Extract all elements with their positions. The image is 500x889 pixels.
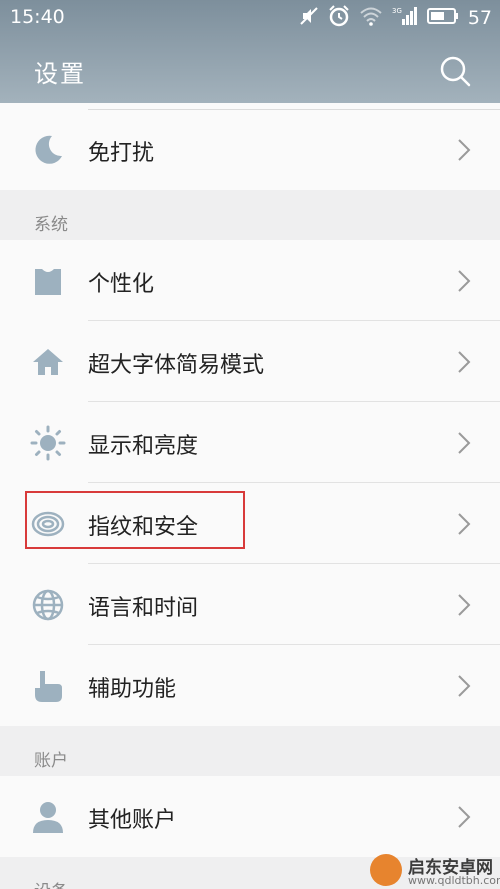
chevron-right-icon — [452, 430, 474, 456]
status-time: 15:40 — [10, 6, 65, 28]
hand-pointer-icon — [30, 668, 66, 704]
section-title: 设备 — [34, 877, 68, 889]
settings-item-large-font-mode[interactable]: 超大字体简易模式 — [0, 321, 500, 402]
top-group: 免打扰 — [0, 103, 500, 190]
chevron-right-icon — [452, 592, 474, 618]
section-title: 系统 — [34, 215, 68, 235]
shirt-icon — [30, 263, 66, 299]
settings-item-label: 指纹和安全 — [88, 515, 199, 540]
chevron-right-icon — [452, 511, 474, 537]
watermark: 启东安卓网 www.qdldtbh.com — [360, 852, 500, 889]
search-icon[interactable] — [438, 54, 472, 88]
battery-icon — [426, 7, 459, 29]
battery-percent: 57 — [467, 7, 492, 29]
chevron-right-icon — [452, 137, 474, 163]
settings-item-label: 个性化 — [88, 272, 155, 297]
top-bar: 15:40 3G 57 设置 — [0, 0, 500, 103]
page-title: 设置 — [34, 60, 86, 88]
settings-item-fingerprint-security[interactable]: 指纹和安全 — [0, 483, 500, 564]
status-bar: 15:40 3G 57 — [0, 0, 500, 38]
settings-item-language-time[interactable]: 语言和时间 — [0, 564, 500, 645]
status-icons: 3G 57 — [299, 5, 492, 31]
settings-item-label: 语言和时间 — [88, 596, 199, 621]
section-title: 账户 — [34, 751, 68, 771]
sun-icon — [30, 425, 66, 461]
network-type: 3G — [392, 7, 402, 15]
watermark-url: www.qdldtbh.com — [408, 874, 500, 887]
wifi-icon — [359, 6, 383, 30]
settings-item-label: 超大字体简易模式 — [88, 353, 265, 378]
settings-item-do-not-disturb[interactable]: 免打扰 — [0, 109, 500, 190]
signal-icon: 3G — [392, 6, 418, 30]
section-header-system: 系统 — [0, 190, 500, 240]
settings-item-label: 免打扰 — [88, 141, 155, 166]
settings-item-label: 辅助功能 — [88, 677, 177, 702]
chevron-right-icon — [452, 268, 474, 294]
home-icon — [30, 344, 66, 380]
settings-item-other-accounts[interactable]: 其他账户 — [0, 776, 500, 857]
system-group: 个性化 超大字体简易模式 显示和亮度 指纹和安全 语言和时间 辅助功能 — [0, 240, 500, 726]
moon-icon — [30, 132, 66, 168]
section-header-accounts: 账户 — [0, 726, 500, 776]
settings-item-label: 其他账户 — [88, 808, 177, 833]
fingerprint-icon — [30, 506, 66, 542]
globe-icon — [30, 587, 66, 623]
user-icon — [30, 799, 66, 835]
settings-item-personalization[interactable]: 个性化 — [0, 240, 500, 321]
watermark-logo-icon — [370, 854, 402, 886]
chevron-right-icon — [452, 673, 474, 699]
settings-item-label: 显示和亮度 — [88, 434, 199, 459]
title-bar: 设置 — [0, 38, 500, 103]
settings-item-display-brightness[interactable]: 显示和亮度 — [0, 402, 500, 483]
chevron-right-icon — [452, 349, 474, 375]
chevron-right-icon — [452, 804, 474, 830]
mute-icon — [299, 6, 319, 30]
accounts-group: 其他账户 — [0, 776, 500, 857]
alarm-icon — [328, 5, 350, 31]
settings-item-accessibility[interactable]: 辅助功能 — [0, 645, 500, 726]
